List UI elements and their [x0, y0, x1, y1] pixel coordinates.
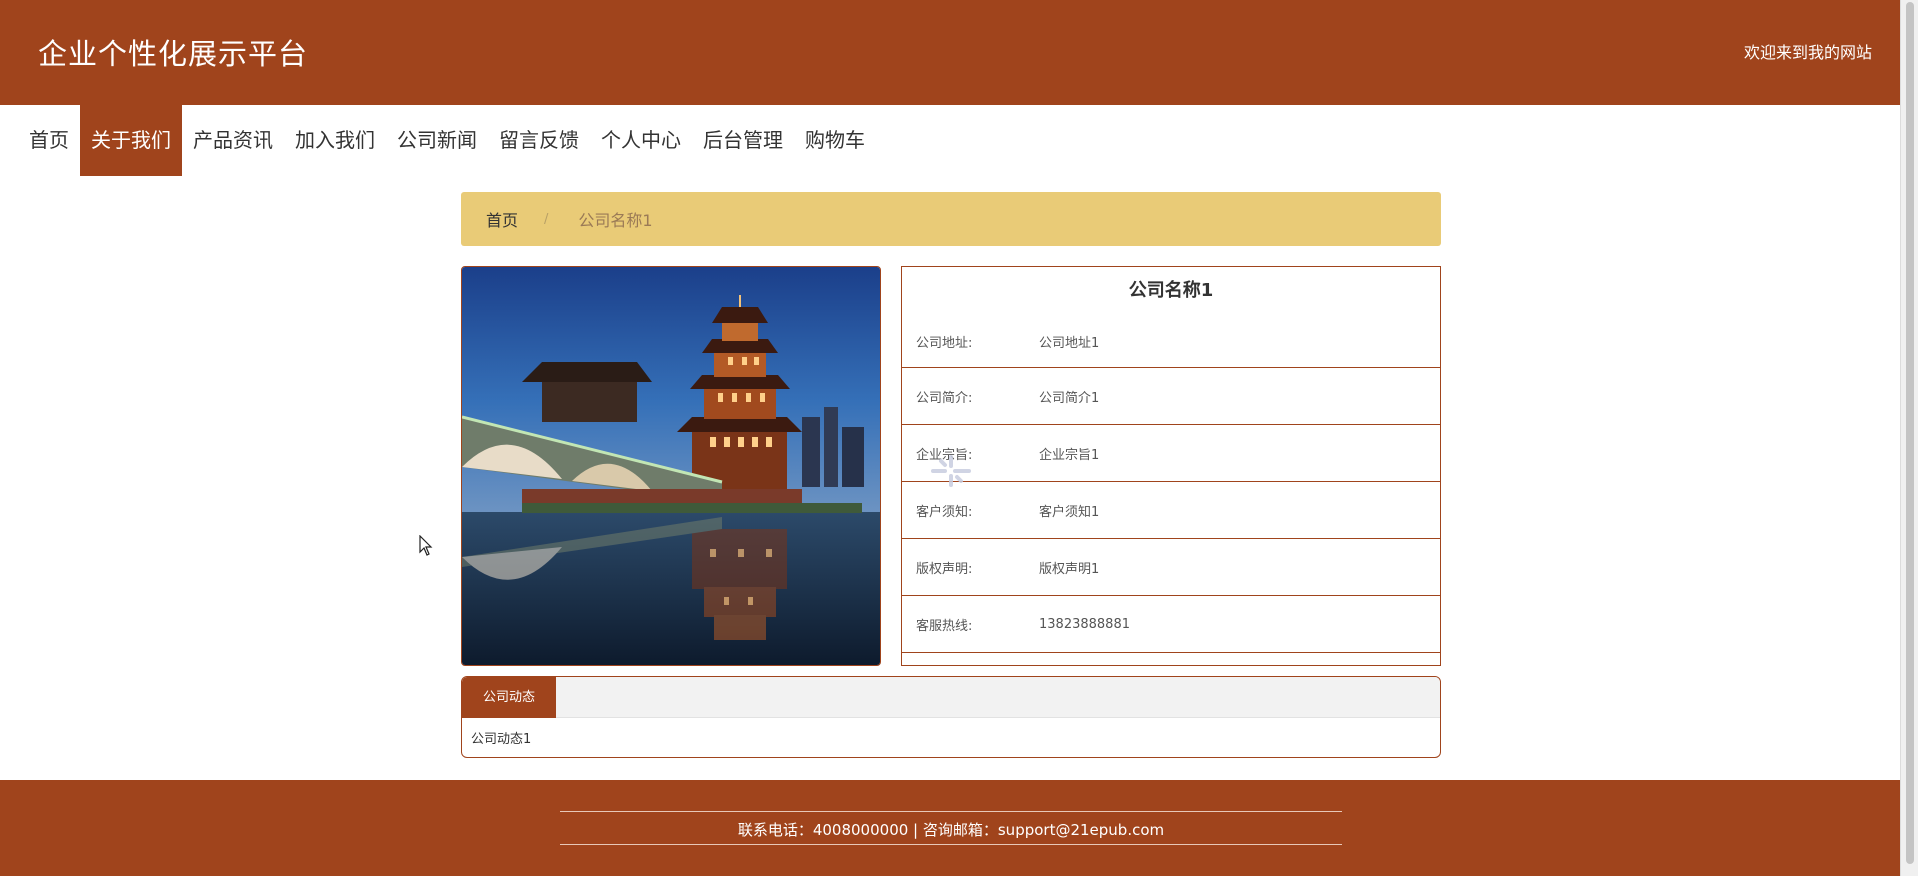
breadcrumb: 首页 / 公司名称1 [461, 192, 1441, 246]
nav-item-about[interactable]: 关于我们 [80, 105, 182, 176]
info-label: 客服热线: [916, 618, 973, 634]
main-nav: 首页 关于我们 产品资讯 加入我们 公司新闻 留言反馈 个人中心 后台管理 购物… [18, 105, 876, 176]
nav-item-join[interactable]: 加入我们 [284, 105, 386, 176]
footer-divider [560, 811, 1342, 812]
info-row-hotline: 客服热线: 13823888881 [902, 596, 1440, 653]
breadcrumb-separator: / [544, 211, 549, 227]
company-photo-image [462, 267, 880, 665]
nav-item-profile[interactable]: 个人中心 [590, 105, 692, 176]
breadcrumb-home-link[interactable]: 首页 [486, 207, 518, 231]
site-header: 企业个性化展示平台 欢迎来到我的网站 [0, 0, 1900, 105]
info-label: 客户须知: [916, 504, 973, 520]
info-value: 公司简介1 [1039, 390, 1100, 406]
nav-item-products[interactable]: 产品资讯 [182, 105, 284, 176]
info-row-intro: 公司简介: 公司简介1 [902, 368, 1440, 425]
welcome-text: 欢迎来到我的网站 [1743, 43, 1872, 62]
site-footer: 联系电话：4008000000 | 咨询邮箱：support@21epub.co… [0, 780, 1900, 876]
news-tab-bar: 公司动态 [462, 677, 1440, 718]
page: 企业个性化展示平台 欢迎来到我的网站 首页 关于我们 产品资讯 加入我们 公司新… [0, 0, 1900, 876]
breadcrumb-current: 公司名称1 [578, 211, 653, 230]
page-scrollbar[interactable] [1900, 0, 1918, 876]
info-label: 公司地址: [916, 336, 973, 351]
company-name: 公司名称1 [1128, 280, 1214, 301]
info-label: 版权声明: [916, 561, 973, 577]
footer-contact: 联系电话：4008000000 | 咨询邮箱：support@21epub.co… [737, 821, 1165, 839]
company-info-table: 公司名称1 公司地址: 公司地址1 公司简介: 公司简介1 企业宗旨: 企业宗旨… [901, 266, 1441, 666]
tab-company-news[interactable]: 公司动态 [462, 677, 556, 718]
mouse-cursor-icon [419, 535, 433, 556]
info-table-footer [901, 653, 1441, 666]
info-label: 公司简介: [916, 390, 973, 406]
info-row-notice: 客户须知: 客户须知1 [902, 482, 1440, 539]
info-row-address: 公司地址: 公司地址1 [902, 317, 1440, 368]
nav-item-cart[interactable]: 购物车 [794, 105, 876, 176]
nav-item-feedback[interactable]: 留言反馈 [488, 105, 590, 176]
company-photo [461, 266, 881, 666]
nav-item-news[interactable]: 公司新闻 [386, 105, 488, 176]
info-row-purpose: 企业宗旨: 企业宗旨1 [902, 425, 1440, 482]
scrollbar-thumb[interactable] [1906, 2, 1914, 864]
info-value: 13823888881 [1039, 616, 1130, 632]
footer-divider [560, 844, 1342, 845]
news-content: 公司动态1 [471, 732, 532, 747]
info-value: 公司地址1 [1039, 336, 1100, 351]
company-news-panel: 公司动态 公司动态1 [461, 676, 1441, 758]
info-value: 版权声明1 [1039, 561, 1100, 577]
site-title[interactable]: 企业个性化展示平台 [38, 31, 308, 73]
info-value: 企业宗旨1 [1039, 447, 1100, 463]
info-value: 客户须知1 [1039, 504, 1100, 520]
nav-item-admin[interactable]: 后台管理 [692, 105, 794, 176]
nav-item-home[interactable]: 首页 [18, 105, 80, 176]
loading-spinner-icon [931, 455, 971, 487]
info-row-copyright: 版权声明: 版权声明1 [902, 539, 1440, 596]
